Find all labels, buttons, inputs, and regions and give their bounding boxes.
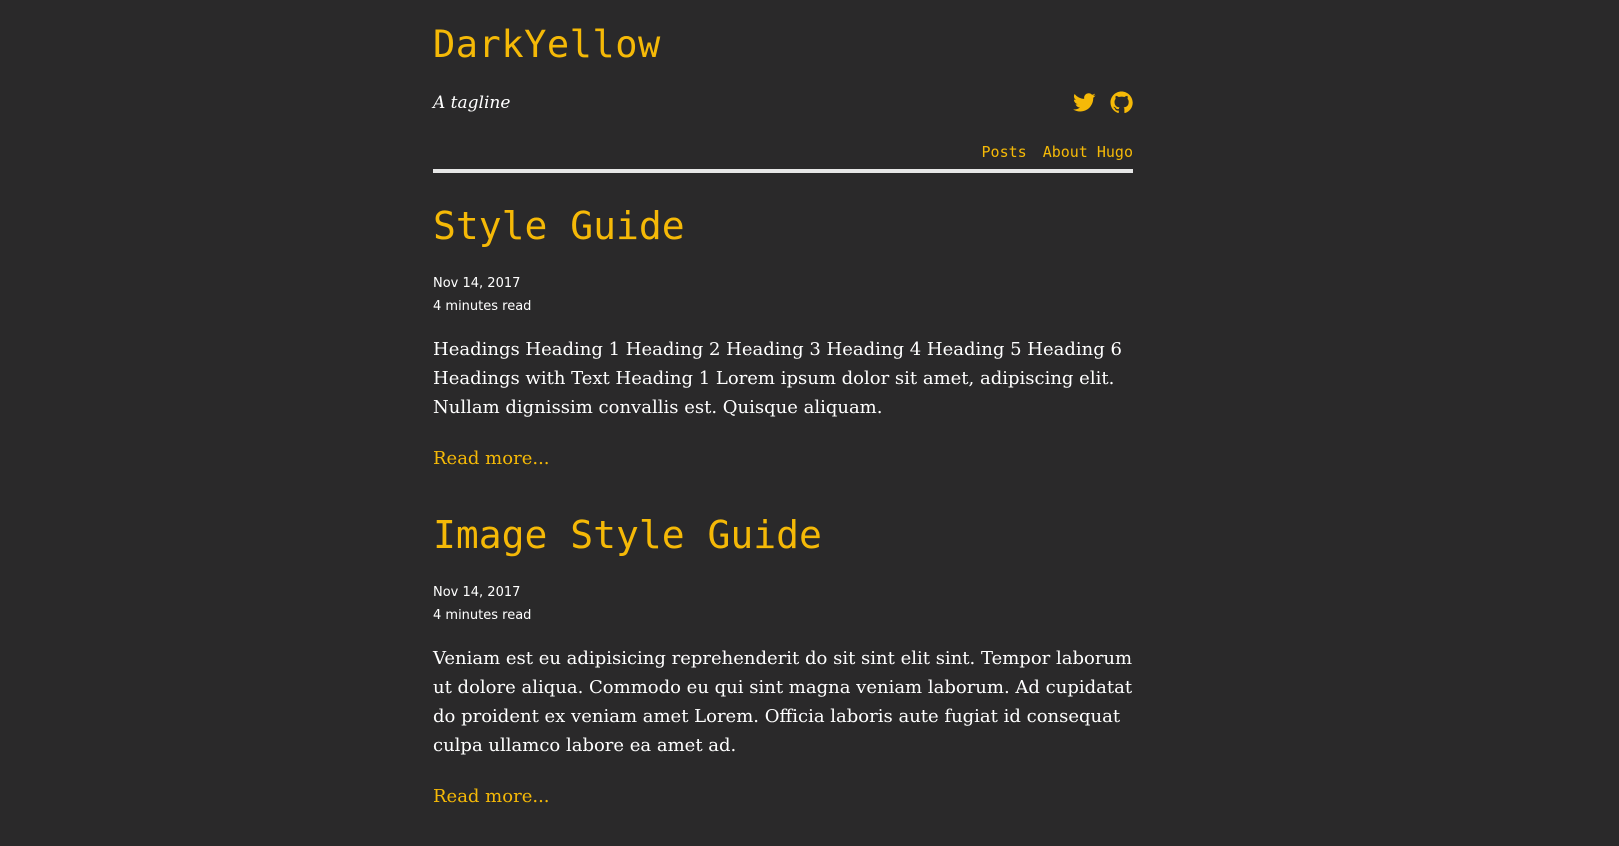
social-links: [1073, 91, 1133, 114]
site-title[interactable]: DarkYellow: [433, 20, 661, 70]
post-title[interactable]: Image Style Guide: [433, 511, 822, 559]
post-date: Nov 14, 2017: [433, 276, 521, 291]
github-link[interactable]: [1110, 91, 1133, 114]
post-read-time: 4 minutes read: [433, 608, 532, 623]
post-read-time: 4 minutes read: [433, 299, 532, 314]
post-date: Nov 14, 2017: [433, 585, 521, 600]
site-tagline: A tagline: [433, 93, 511, 113]
twitter-icon: [1073, 93, 1096, 112]
github-icon: [1110, 91, 1133, 114]
nav-item-posts[interactable]: Posts: [982, 140, 1027, 164]
post-summary: Veniam est eu adipisicing reprehenderit …: [433, 648, 1133, 756]
nav-item-about-hugo[interactable]: About Hugo: [1043, 140, 1133, 164]
read-more-link[interactable]: Read more...: [433, 784, 550, 810]
twitter-link[interactable]: [1073, 91, 1096, 114]
post-summary: Headings Heading 1 Heading 2 Heading 3 H…: [433, 339, 1122, 418]
header-divider: [433, 169, 1133, 173]
main-nav: Posts About Hugo: [982, 140, 1133, 164]
post-title[interactable]: Style Guide: [433, 202, 685, 250]
read-more-link[interactable]: Read more...: [433, 446, 550, 472]
